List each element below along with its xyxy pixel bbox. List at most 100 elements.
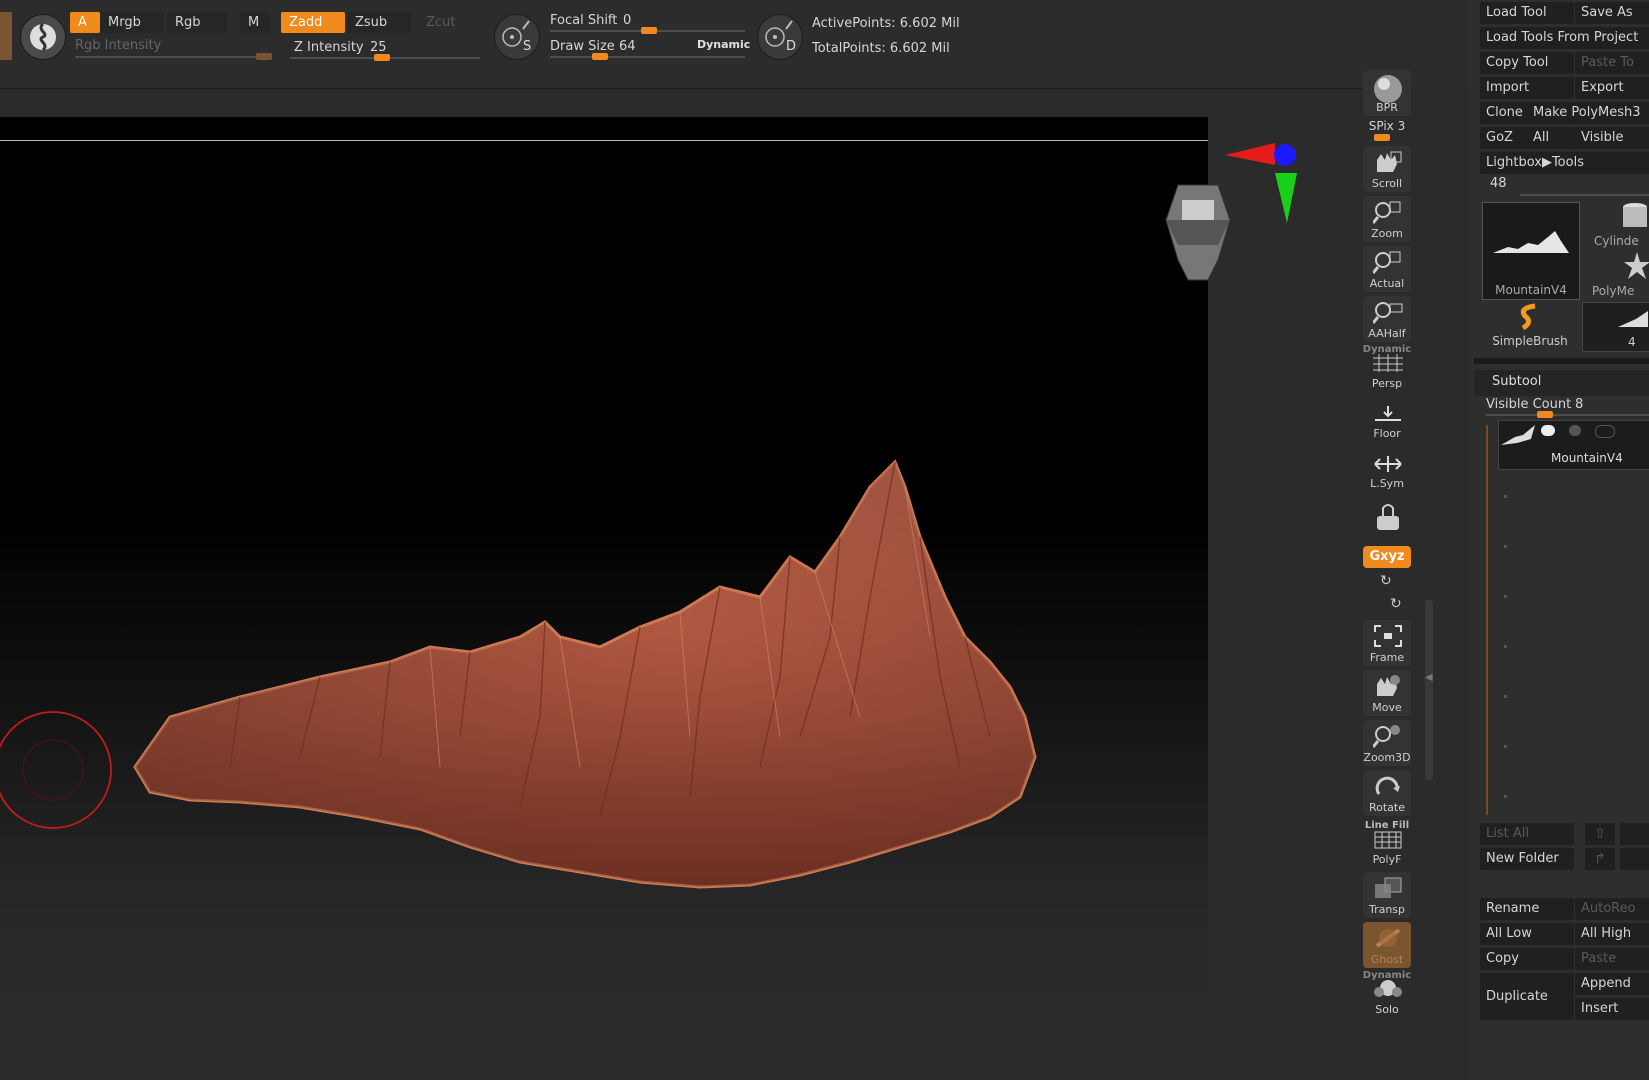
autoreorder-button[interactable]: AutoReo — [1575, 898, 1649, 920]
persp-button[interactable]: Persp — [1363, 346, 1411, 392]
tool-thumb-cylinder[interactable]: Cylinde — [1582, 202, 1649, 250]
aahalf-button[interactable]: AAHalf — [1363, 296, 1411, 342]
bpr-label: BPR — [1376, 101, 1398, 114]
scroll-button[interactable]: Scroll — [1363, 146, 1411, 192]
save-as-button[interactable]: Save As — [1575, 2, 1649, 24]
rename-button[interactable]: Rename — [1480, 898, 1574, 920]
load-tools-from-project-button[interactable]: Load Tools From Project — [1480, 27, 1649, 49]
clone-button[interactable]: Clone — [1480, 102, 1528, 124]
brush-d-icon[interactable]: D — [757, 14, 803, 60]
spix-knob[interactable] — [1374, 134, 1390, 141]
paste-subtool-button[interactable]: Paste — [1575, 948, 1649, 970]
rgb-intensity-knob[interactable] — [256, 53, 272, 60]
rgb-intensity-slider[interactable] — [75, 56, 270, 58]
polyf-label: PolyF — [1372, 853, 1402, 866]
zoom3d-button[interactable]: Zoom3D — [1363, 720, 1411, 766]
duplicate-button[interactable]: Duplicate — [1480, 973, 1574, 1020]
focal-shift-knob[interactable] — [641, 27, 657, 34]
subtool-visibility-toggle[interactable] — [1541, 425, 1555, 436]
zoom-button[interactable]: Zoom — [1363, 196, 1411, 242]
tool-thumb-four[interactable]: 4 — [1582, 302, 1649, 352]
transp-button[interactable]: Transp — [1363, 872, 1411, 918]
solo-button[interactable]: Solo — [1363, 972, 1411, 1018]
move-up-icon[interactable]: ⇧ — [1585, 823, 1615, 845]
copy-subtool-button[interactable]: Copy — [1480, 948, 1574, 970]
empty-slot-marker — [1504, 645, 1507, 648]
mrgb-button[interactable]: Mrgb — [100, 12, 164, 33]
tool-palette-tab[interactable] — [0, 12, 12, 60]
rotate-button[interactable]: Rotate — [1363, 770, 1411, 816]
zcut-button[interactable]: Zcut — [418, 12, 470, 33]
visible-count-knob[interactable] — [1537, 411, 1553, 418]
draw-size-value: 64 — [619, 39, 636, 54]
z-rotate-icon[interactable]: ↻ — [1390, 596, 1402, 612]
bpr-button[interactable]: BPR — [1363, 70, 1411, 116]
copy-tool-button[interactable]: Copy Tool — [1480, 52, 1574, 74]
all-low-button[interactable]: All Low — [1480, 923, 1574, 945]
move-label: Move — [1372, 701, 1402, 714]
lock-camera-icon[interactable] — [1363, 496, 1411, 542]
frame-button[interactable]: Frame — [1363, 620, 1411, 666]
tool-thumb-cylinder-label: Cylinde — [1594, 234, 1639, 248]
load-tool-button[interactable]: Load Tool — [1480, 2, 1574, 24]
tool-thumb-polymesh-label: PolyMe — [1592, 284, 1635, 298]
zadd-button[interactable]: Zadd — [281, 12, 345, 33]
visible-count-value: 8 — [1575, 397, 1584, 412]
goz-all-button[interactable]: All — [1527, 127, 1575, 149]
empty-slot-marker — [1504, 795, 1507, 798]
new-folder-button[interactable]: New Folder — [1480, 848, 1574, 870]
tool-thumb-polymesh[interactable]: PolyMe — [1582, 252, 1649, 300]
goz-button[interactable]: GoZ — [1480, 127, 1528, 149]
list-all-button[interactable]: List All — [1480, 823, 1574, 845]
move-down-extra[interactable] — [1620, 848, 1649, 870]
move-up-extra[interactable] — [1620, 823, 1649, 845]
z-intensity-knob[interactable] — [374, 54, 390, 61]
tool-thumb-mountainv4[interactable]: MountainV4 — [1482, 202, 1580, 300]
subtool-list-scrollbar[interactable] — [1486, 425, 1488, 815]
export-button[interactable]: Export — [1575, 77, 1649, 99]
move-down-icon[interactable]: ↱ — [1585, 848, 1615, 870]
y-rotate-icon[interactable]: ↻ — [1380, 573, 1392, 589]
lightbox-tools-button[interactable]: Lightbox▶Tools — [1480, 152, 1649, 174]
collapse-panel-icon[interactable]: ◀ — [1425, 672, 1433, 683]
zsub-button[interactable]: Zsub — [347, 12, 411, 33]
insert-button[interactable]: Insert — [1575, 998, 1649, 1020]
rgb-button[interactable]: Rgb — [167, 12, 227, 33]
visible-count-label: Visible Count — [1486, 397, 1572, 412]
tool-thumb-simplebrush[interactable]: SimpleBrush — [1482, 302, 1578, 350]
brush-d-label: D — [786, 39, 797, 54]
m-button[interactable]: M — [240, 12, 270, 33]
floor-button[interactable]: Floor — [1363, 396, 1411, 442]
subtool-item-mountainv4[interactable]: MountainV4 — [1498, 420, 1649, 470]
polyf-button[interactable]: PolyF — [1363, 822, 1411, 868]
panel-divider-scrollbar[interactable] — [1425, 600, 1433, 780]
draw-size-slider[interactable] — [550, 56, 745, 58]
subtool-symmetry-toggle[interactable] — [1595, 425, 1615, 438]
axis-gizmo-icon[interactable] — [1225, 135, 1300, 230]
draw-size-knob[interactable] — [592, 53, 608, 60]
goz-visible-button[interactable]: Visible — [1575, 127, 1649, 149]
active-points-readout: ActivePoints: 6.602 Mil — [812, 16, 960, 31]
a-toggle-button[interactable]: A — [70, 12, 100, 33]
all-high-button[interactable]: All High — [1575, 923, 1649, 945]
ghost-button[interactable]: Ghost — [1363, 922, 1411, 968]
import-button[interactable]: Import — [1480, 77, 1574, 99]
dynamic-toggle[interactable]: Dynamic — [697, 38, 750, 51]
subtool-title: Subtool — [1492, 374, 1542, 389]
xyz-rotate-button[interactable]: Gxyz — [1363, 546, 1411, 568]
subtool-polypaint-toggle[interactable] — [1569, 425, 1581, 436]
actual-button[interactable]: Actual — [1363, 246, 1411, 292]
brush-s-icon[interactable]: S — [494, 14, 540, 60]
append-button[interactable]: Append — [1575, 973, 1649, 995]
tool-count-slider[interactable]: 48 — [1490, 176, 1507, 191]
make-polymesh-button[interactable]: Make PolyMesh3 — [1527, 102, 1649, 124]
spix-slider[interactable]: SPix 3 — [1362, 119, 1412, 133]
lsym-button[interactable]: L.Sym — [1363, 446, 1411, 492]
move-button[interactable]: Move — [1363, 670, 1411, 716]
visible-count-slider[interactable] — [1486, 414, 1649, 416]
paste-tool-button[interactable]: Paste To — [1575, 52, 1649, 74]
zbrush-logo-icon[interactable] — [20, 14, 66, 60]
tool-count-track[interactable] — [1520, 194, 1649, 196]
transp-label: Transp — [1368, 903, 1406, 916]
brush-s-label: S — [523, 39, 532, 54]
